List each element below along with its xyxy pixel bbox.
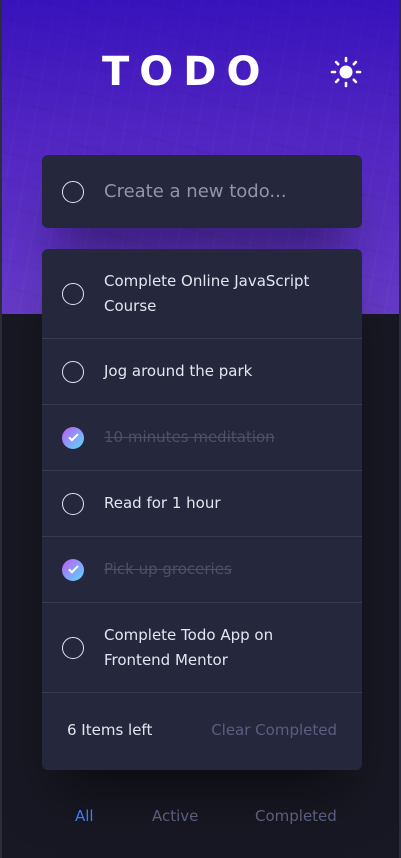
clear-completed-button[interactable]: Clear Completed [211, 721, 337, 739]
todo-item[interactable]: Complete Online JavaScript Course [42, 249, 362, 339]
todo-list: Complete Online JavaScript Course Jog ar… [42, 249, 362, 770]
todo-text: Jog around the park [104, 362, 253, 380]
app-header: TODO [42, 49, 364, 95]
filter-completed-button[interactable]: Completed [255, 807, 337, 825]
todo-checkbox[interactable] [62, 636, 84, 659]
filter-active-button[interactable]: Active [152, 807, 198, 825]
todo-checkbox[interactable] [62, 282, 84, 305]
todo-checkbox[interactable] [62, 360, 84, 383]
todo-item[interactable]: Jog around the park [42, 339, 362, 405]
todo-text: 10 minutes meditation [104, 428, 275, 446]
todo-checkbox[interactable] [62, 492, 84, 515]
new-todo-input[interactable] [104, 181, 354, 202]
todo-checkbox-checked[interactable] [62, 426, 84, 449]
check-icon [67, 433, 79, 442]
theme-toggle-button[interactable] [328, 54, 364, 90]
todo-item[interactable]: Read for 1 hour [42, 471, 362, 537]
frame-edge-left [0, 0, 2, 858]
filter-all-button[interactable]: All [75, 807, 94, 825]
app-title: TODO [102, 49, 271, 95]
sun-icon [330, 56, 362, 88]
todo-item[interactable]: 10 minutes meditation [42, 405, 362, 471]
todo-item[interactable]: Pick up groceries [42, 537, 362, 603]
new-todo-checkbox[interactable] [62, 180, 84, 203]
new-todo-card [42, 155, 362, 228]
todo-checkbox-checked[interactable] [62, 558, 84, 581]
todo-text: Pick up groceries [104, 560, 232, 578]
check-icon [67, 565, 79, 574]
filter-bar: All Active Completed [42, 798, 362, 834]
todo-text: Complete Online JavaScript Course [104, 271, 310, 315]
todo-text: Read for 1 hour [104, 494, 221, 512]
list-footer: 6 Items left Clear Completed [42, 693, 362, 767]
items-left-count: 6 Items left [67, 721, 153, 739]
todo-text: Complete Todo App on Frontend Mentor [104, 625, 274, 669]
todo-item[interactable]: Complete Todo App on Frontend Mentor [42, 603, 362, 693]
